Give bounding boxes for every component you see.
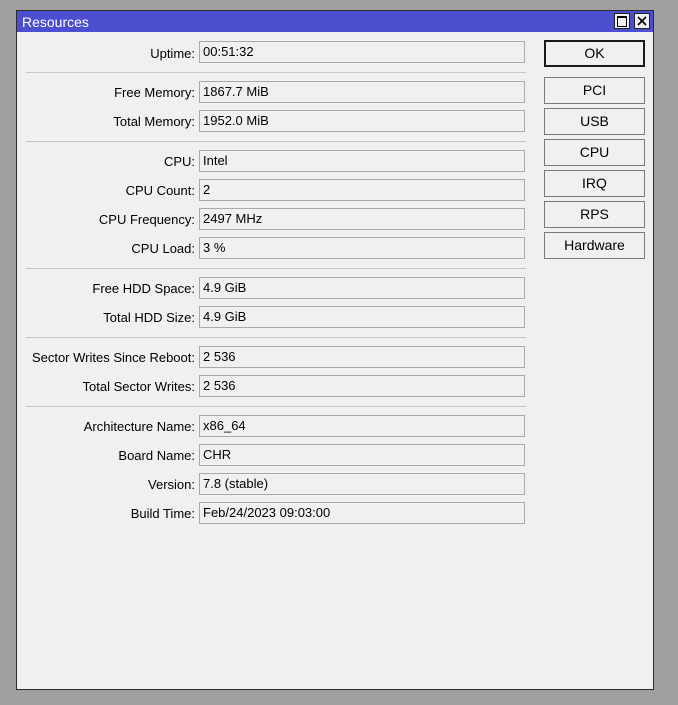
close-icon[interactable] <box>634 13 650 29</box>
board-name-label: Board Name: <box>118 448 195 463</box>
architecture-label: Architecture Name: <box>83 419 195 434</box>
irq-button[interactable]: IRQ <box>544 170 645 197</box>
free-memory-label: Free Memory: <box>114 85 195 100</box>
free-hdd-field[interactable]: 4.9 GiB <box>199 277 525 299</box>
cpu-button[interactable]: CPU <box>544 139 645 166</box>
pci-button[interactable]: PCI <box>544 77 645 104</box>
board-name-field[interactable]: CHR <box>199 444 525 466</box>
separator <box>26 337 526 338</box>
cpu-load-label: CPU Load: <box>131 241 195 256</box>
title-bar[interactable]: Resources <box>17 11 653 32</box>
cpu-load-field[interactable]: 3 % <box>199 237 525 259</box>
ok-button[interactable]: OK <box>544 40 645 67</box>
separator <box>26 72 526 73</box>
total-sector-writes-field[interactable]: 2 536 <box>199 375 525 397</box>
free-hdd-label: Free HDD Space: <box>92 281 195 296</box>
window-title: Resources <box>22 14 89 30</box>
total-memory-label: Total Memory: <box>113 114 195 129</box>
hardware-button[interactable]: Hardware <box>544 232 645 259</box>
uptime-field[interactable]: 00:51:32 <box>199 41 525 63</box>
cpu-frequency-field[interactable]: 2497 MHz <box>199 208 525 230</box>
free-memory-field[interactable]: 1867.7 MiB <box>199 81 525 103</box>
sector-writes-label: Sector Writes Since Reboot: <box>31 350 195 365</box>
cpu-frequency-label: CPU Frequency: <box>98 212 195 227</box>
cpu-count-field[interactable]: 2 <box>199 179 525 201</box>
sector-writes-field[interactable]: 2 536 <box>199 346 525 368</box>
total-sector-writes-label: Total Sector Writes: <box>82 379 195 394</box>
rps-button[interactable]: RPS <box>544 201 645 228</box>
version-label: Version: <box>148 477 195 492</box>
cpu-field[interactable]: Intel <box>199 150 525 172</box>
total-hdd-label: Total HDD Size: <box>103 310 195 325</box>
usb-button[interactable]: USB <box>544 108 645 135</box>
cpu-label: CPU: <box>163 154 195 169</box>
maximize-icon[interactable] <box>614 13 630 29</box>
resources-window: Resources Uptime: 00:51:32 Free Memory: … <box>16 10 654 690</box>
total-memory-field[interactable]: 1952.0 MiB <box>199 110 525 132</box>
build-time-field[interactable]: Feb/24/2023 09:03:00 <box>199 502 525 524</box>
architecture-field[interactable]: x86_64 <box>199 415 525 437</box>
cpu-count-label: CPU Count: <box>125 183 195 198</box>
build-time-label: Build Time: <box>130 506 195 521</box>
version-field[interactable]: 7.8 (stable) <box>199 473 525 495</box>
uptime-label: Uptime: <box>150 46 195 61</box>
separator <box>26 268 526 269</box>
separator <box>26 141 526 142</box>
total-hdd-field[interactable]: 4.9 GiB <box>199 306 525 328</box>
separator <box>26 406 526 407</box>
